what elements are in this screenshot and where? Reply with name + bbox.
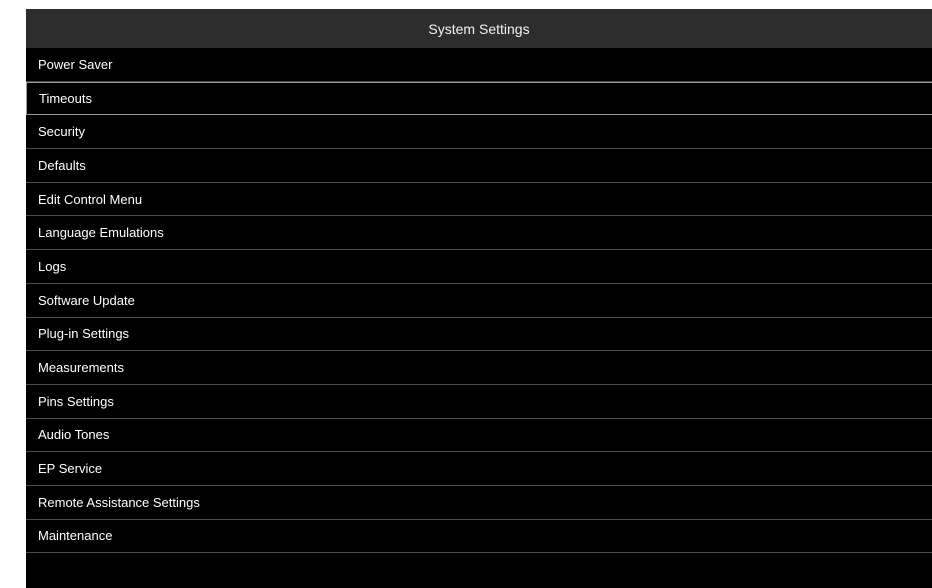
- menu-item-label: Timeouts: [39, 91, 92, 107]
- menu-item-label: Pins Settings: [38, 393, 114, 409]
- menu-item-security[interactable]: Security: [26, 115, 932, 150]
- menu-item-label: Language Emulations: [38, 225, 164, 241]
- menu-item-edit-control-menu[interactable]: Edit Control Menu: [26, 183, 932, 217]
- menu-item-label: Software Update: [38, 292, 135, 308]
- menu-item-label: Logs: [38, 258, 67, 274]
- menu-item-ep-service[interactable]: EP Service: [26, 452, 932, 486]
- menu-item-label: EP Service: [38, 461, 103, 477]
- menu-item-timeouts[interactable]: Timeouts: [26, 81, 932, 116]
- menu-item-label: Remote Assistance Settings: [38, 494, 200, 510]
- title-bar: System Settings: [26, 9, 932, 48]
- menu-item-software-update[interactable]: Software Update: [26, 284, 932, 318]
- menu-item-label: Audio Tones: [38, 427, 110, 443]
- system-settings-screen: System Settings Power Saver Timeouts Sec…: [26, 9, 932, 588]
- menu-item-label: Power Saver: [38, 56, 113, 72]
- page-title: System Settings: [428, 20, 530, 37]
- menu-item-maintenance[interactable]: Maintenance: [26, 520, 932, 554]
- menu-item-label: Plug-in Settings: [38, 326, 130, 342]
- menu-item-pins-settings[interactable]: Pins Settings: [26, 385, 932, 419]
- menu-item-audio-tones[interactable]: Audio Tones: [26, 419, 932, 453]
- menu-item-power-saver[interactable]: Power Saver: [26, 48, 932, 82]
- menu-item-plug-in-settings[interactable]: Plug-in Settings: [26, 318, 932, 352]
- settings-menu: Power Saver Timeouts Security Defaults E…: [26, 48, 932, 554]
- menu-item-language-emulations[interactable]: Language Emulations: [26, 216, 932, 251]
- menu-item-label: Defaults: [38, 157, 86, 173]
- menu-item-measurements[interactable]: Measurements: [26, 351, 932, 385]
- menu-item-label: Edit Control Menu: [38, 191, 143, 207]
- menu-item-label: Measurements: [38, 360, 124, 376]
- menu-item-logs[interactable]: Logs: [26, 250, 932, 284]
- menu-item-label: Maintenance: [38, 528, 113, 544]
- menu-item-defaults[interactable]: Defaults: [26, 149, 932, 183]
- menu-item-label: Security: [38, 124, 85, 140]
- menu-item-remote-assistance-settings[interactable]: Remote Assistance Settings: [26, 486, 932, 520]
